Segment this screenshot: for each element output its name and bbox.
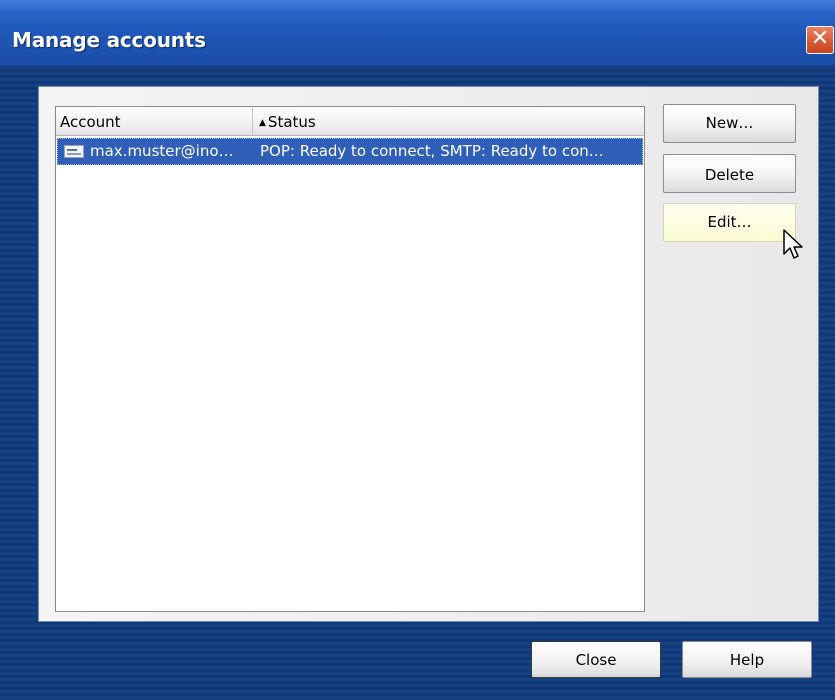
edit-button[interactable]: Edit… <box>663 203 796 242</box>
column-header-status[interactable]: ▲ Status <box>253 107 644 135</box>
close-button[interactable]: Close <box>531 641 661 678</box>
column-header-status-label: Status <box>267 113 316 131</box>
mouse-pointer-icon <box>783 229 803 259</box>
title-bar[interactable]: Manage accounts ✕ <box>0 0 835 66</box>
help-button[interactable]: Help <box>682 641 812 678</box>
account-row[interactable]: max.muster@ino… POP: Ready to connect, S… <box>57 138 643 165</box>
status-cell: POP: Ready to connect, SMTP: Ready to co… <box>260 142 604 160</box>
column-header-account-label: Account <box>60 113 121 131</box>
content-panel: Account ▲ Status max.muster@ino… POP: Rea… <box>38 86 819 622</box>
close-window-button[interactable]: ✕ <box>806 26 834 54</box>
mail-account-icon <box>64 145 84 158</box>
sort-ascending-icon: ▲ <box>259 118 266 128</box>
delete-button[interactable]: Delete <box>663 154 796 193</box>
list-header: Account ▲ Status <box>56 107 644 136</box>
new-button[interactable]: New… <box>663 104 796 143</box>
accounts-list[interactable]: Account ▲ Status max.muster@ino… POP: Rea… <box>55 106 645 612</box>
window-title: Manage accounts <box>12 28 206 52</box>
account-cell: max.muster@ino… <box>90 142 234 160</box>
column-header-account[interactable]: Account <box>56 107 253 135</box>
manage-accounts-dialog: Manage accounts ✕ Account ▲ Status max.mu… <box>0 0 835 700</box>
